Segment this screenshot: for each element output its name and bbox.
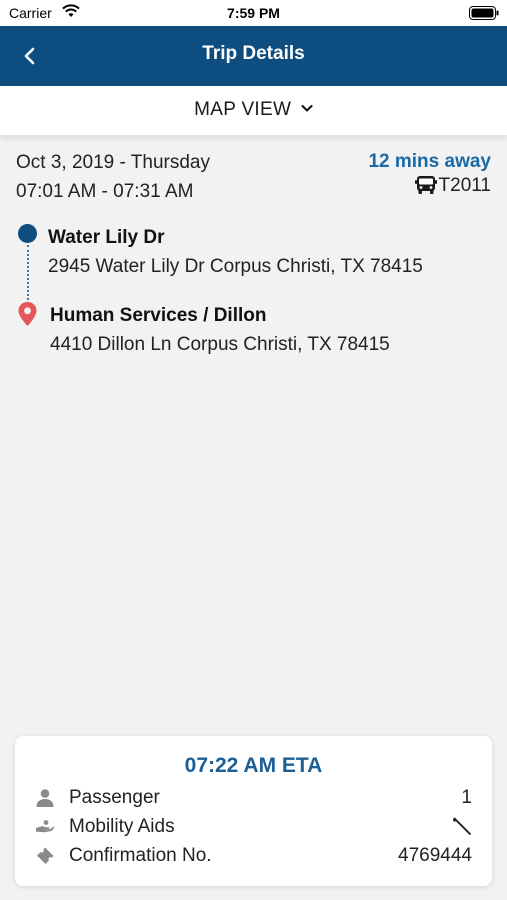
route-connector [26,245,29,300]
mobility-aids-row: Mobility Aids [15,815,492,841]
page-title: Trip Details [202,43,305,64]
confirmation-number: 4769444 [398,845,472,866]
person-icon [36,789,54,807]
map-view-label: MAP VIEW [194,99,292,120]
pickup-address: 2945 Water Lily Dr Corpus Christi, TX 78… [48,256,423,277]
status-bar: Carrier 7:59 PM [0,0,507,26]
cane-icon [453,817,471,835]
trip-time-window: 07:01 AM - 07:31 AM [16,181,194,202]
chevron-down-icon [301,104,313,112]
trip-date: Oct 3, 2019 - Thursday [16,152,210,173]
pickup-marker-icon [18,224,37,243]
bus-icon [415,176,437,194]
dropoff-name: Human Services / Dillon [50,305,267,326]
eta-time: 07:22 AM ETA [184,754,323,777]
eta-away-label: 12 mins away [368,151,491,172]
mobility-aids-label: Mobility Aids [69,816,175,837]
confirmation-row: Confirmation No. 4769444 [15,844,492,870]
pickup-name: Water Lily Dr [48,227,165,248]
status-time: 7:59 PM [227,5,280,21]
passenger-label: Passenger [69,787,160,808]
nav-bar: Trip Details [0,26,507,86]
map-view-bar: MAP VIEW [0,86,507,135]
dropoff-address: 4410 Dillon Ln Corpus Christi, TX 78415 [50,334,390,355]
trip-details-card: 07:22 AM ETA Passenger 1 Mobility Aids C… [15,736,492,886]
passenger-row: Passenger 1 [15,786,492,812]
battery-icon [469,6,499,20]
map-view-button[interactable]: MAP VIEW [194,99,313,121]
passenger-count: 1 [461,787,472,808]
location-pin-icon [18,302,37,326]
hand-icon [36,820,55,833]
ticket-icon [37,847,54,864]
vehicle-id: T2011 [438,175,491,196]
confirmation-label: Confirmation No. [69,845,212,866]
